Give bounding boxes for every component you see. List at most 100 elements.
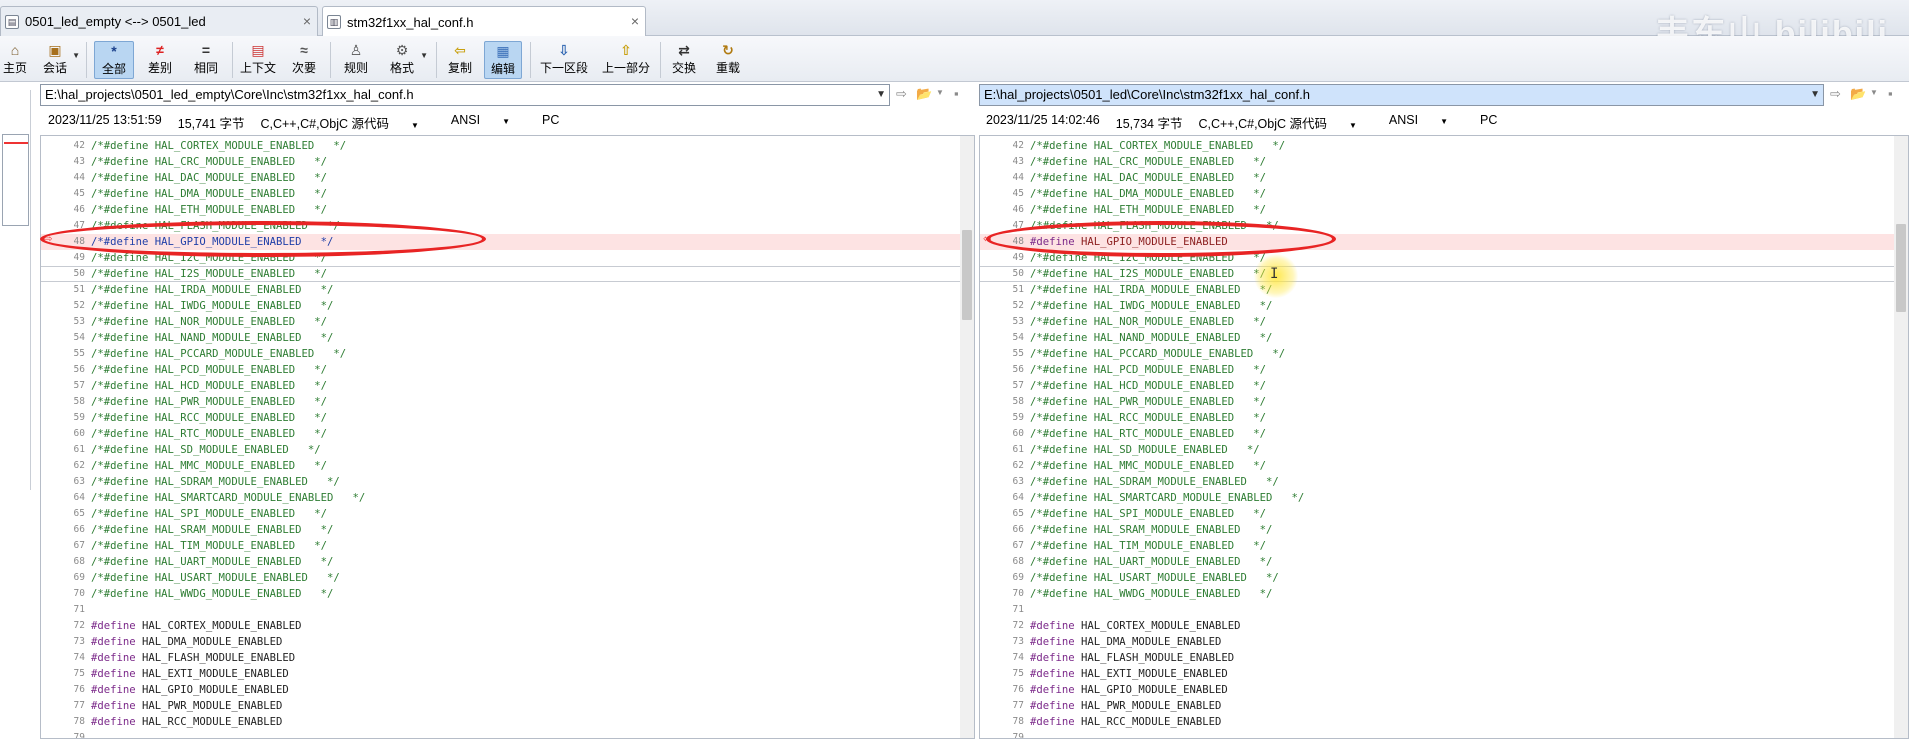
code-line[interactable]: 63 /*#define HAL_SDRAM_MODULE_ENABLED */ (980, 474, 1908, 490)
code-line[interactable]: 43 /*#define HAL_CRC_MODULE_ENABLED */ (980, 154, 1908, 170)
code-line[interactable]: 60 /*#define HAL_RTC_MODULE_ENABLED */ (980, 426, 1908, 442)
left-path-input[interactable]: E:\hal_projects\0501_led_empty\Core\Inc\… (40, 84, 890, 106)
chevron-down-icon[interactable]: ▼ (1810, 85, 1820, 105)
code-line[interactable]: 68 /*#define HAL_UART_MODULE_ENABLED */ (980, 554, 1908, 570)
code-line[interactable]: 49 /*#define HAL_I2C_MODULE_ENABLED */ (980, 250, 1908, 266)
close-icon[interactable]: × (303, 13, 311, 29)
code-line[interactable]: 45 /*#define HAL_DMA_MODULE_ENABLED */ (41, 186, 974, 202)
code-line[interactable]: 70 /*#define HAL_WWDG_MODULE_ENABLED */ (41, 586, 974, 602)
right-path-input[interactable]: E:\hal_projects\0501_led\Core\Inc\stm32f… (979, 84, 1824, 106)
code-line[interactable]: 65 /*#define HAL_SPI_MODULE_ENABLED */ (41, 506, 974, 522)
code-line[interactable]: 79 (41, 730, 974, 738)
show-all-button[interactable]: * 全部 (94, 41, 134, 79)
viewport-indicator[interactable] (2, 134, 29, 226)
tab-file-compare[interactable]: ▥ stm32f1xx_hal_conf.h × (322, 6, 646, 37)
code-line[interactable]: 54 /*#define HAL_NAND_MODULE_ENABLED */ (41, 330, 974, 346)
code-line[interactable]: 48 #define HAL_GPIO_MODULE_ENABLED (980, 234, 1908, 250)
code-line[interactable]: 66 /*#define HAL_SRAM_MODULE_ENABLED */ (980, 522, 1908, 538)
line-ending[interactable]: PC (542, 113, 559, 129)
folder-open-icon[interactable]: 📂 (1850, 86, 1866, 102)
code-line[interactable]: 50 /*#define HAL_I2S_MODULE_ENABLED */ (41, 266, 974, 282)
scrollbar-thumb[interactable] (1896, 224, 1906, 312)
code-line[interactable]: 53 /*#define HAL_NOR_MODULE_ENABLED */ (41, 314, 974, 330)
file-type-select[interactable]: C,C++,C#,ObjC 源代码 ▼ (1198, 113, 1372, 131)
rules-button[interactable]: ♙ 规则 (340, 41, 372, 79)
close-icon[interactable]: × (631, 13, 639, 29)
code-line[interactable]: 43 /*#define HAL_CRC_MODULE_ENABLED */ (41, 154, 974, 170)
code-line[interactable]: 63 /*#define HAL_SDRAM_MODULE_ENABLED */ (41, 474, 974, 490)
code-line[interactable]: 49 /*#define HAL_I2C_MODULE_ENABLED */ (41, 250, 974, 266)
code-line[interactable]: 54 /*#define HAL_NAND_MODULE_ENABLED */ (980, 330, 1908, 346)
code-line[interactable]: 72 #define HAL_CORTEX_MODULE_ENABLED (980, 618, 1908, 634)
code-line[interactable]: 64 /*#define HAL_SMARTCARD_MODULE_ENABLED… (980, 490, 1908, 506)
code-line[interactable]: 75 #define HAL_EXTI_MODULE_ENABLED (41, 666, 974, 682)
code-line[interactable]: 55 /*#define HAL_PCCARD_MODULE_ENABLED */ (41, 346, 974, 362)
code-line[interactable]: 74 #define HAL_FLASH_MODULE_ENABLED (980, 650, 1908, 666)
code-line[interactable]: 75 #define HAL_EXTI_MODULE_ENABLED (980, 666, 1908, 682)
left-vertical-scrollbar[interactable] (960, 136, 974, 738)
code-line[interactable]: 42 /*#define HAL_CORTEX_MODULE_ENABLED */ (41, 138, 974, 154)
code-line[interactable]: 57 /*#define HAL_HCD_MODULE_ENABLED */ (980, 378, 1908, 394)
right-vertical-scrollbar[interactable] (1894, 136, 1908, 738)
code-line[interactable]: 67 /*#define HAL_TIM_MODULE_ENABLED */ (41, 538, 974, 554)
tab-folder-compare[interactable]: ▤ 0501_led_empty <--> 0501_led × (0, 6, 318, 36)
code-line[interactable]: 50 /*#define HAL_I2S_MODULE_ENABLED */ (980, 266, 1908, 282)
code-line[interactable]: 61 /*#define HAL_SD_MODULE_ENABLED */ (980, 442, 1908, 458)
code-line[interactable]: 77 #define HAL_PWR_MODULE_ENABLED (980, 698, 1908, 714)
history-icon[interactable]: ⇨ (896, 86, 907, 102)
code-line[interactable]: 78 #define HAL_RCC_MODULE_ENABLED (41, 714, 974, 730)
code-line[interactable]: 46 /*#define HAL_ETH_MODULE_ENABLED */ (41, 202, 974, 218)
code-line[interactable]: 61 /*#define HAL_SD_MODULE_ENABLED */ (41, 442, 974, 458)
session-button[interactable]: ▣ 会话 ▼ (40, 41, 80, 79)
prev-part-button[interactable]: ⇧ 上一部分 (598, 41, 654, 79)
encoding-select[interactable]: ANSI ▼ (1389, 113, 1464, 129)
save-icon[interactable]: ▪ (1888, 86, 1893, 101)
code-line[interactable]: 46 /*#define HAL_ETH_MODULE_ENABLED */ (980, 202, 1908, 218)
reload-button[interactable]: ↻ 重载 (712, 41, 744, 79)
code-line[interactable]: 60 /*#define HAL_RTC_MODULE_ENABLED */ (41, 426, 974, 442)
left-editor-pane[interactable]: 42 /*#define HAL_CORTEX_MODULE_ENABLED */… (40, 135, 975, 739)
code-line[interactable]: 47 /*#define HAL_FLASH_MODULE_ENABLED */ (980, 218, 1908, 234)
chevron-down-icon[interactable]: ▼ (936, 88, 944, 97)
code-line[interactable]: 45 /*#define HAL_DMA_MODULE_ENABLED */ (980, 186, 1908, 202)
show-diff-button[interactable]: ≠ 差别 (144, 41, 176, 79)
right-editor-pane[interactable]: 42 /*#define HAL_CORTEX_MODULE_ENABLED */… (979, 135, 1909, 739)
code-line[interactable]: 69 /*#define HAL_USART_MODULE_ENABLED */ (980, 570, 1908, 586)
code-line[interactable]: 74 #define HAL_FLASH_MODULE_ENABLED (41, 650, 974, 666)
code-line[interactable]: 70 /*#define HAL_WWDG_MODULE_ENABLED */ (980, 586, 1908, 602)
code-line[interactable]: 67 /*#define HAL_TIM_MODULE_ENABLED */ (980, 538, 1908, 554)
code-line[interactable]: 42 /*#define HAL_CORTEX_MODULE_ENABLED */ (980, 138, 1908, 154)
code-line[interactable]: 79 (980, 730, 1908, 738)
code-line[interactable]: 72 #define HAL_CORTEX_MODULE_ENABLED (41, 618, 974, 634)
minor-button[interactable]: ≈ 次要 (288, 41, 320, 79)
code-line[interactable]: 71 (41, 602, 974, 618)
code-line[interactable]: 66 /*#define HAL_SRAM_MODULE_ENABLED */ (41, 522, 974, 538)
code-line[interactable]: 77 #define HAL_PWR_MODULE_ENABLED (41, 698, 974, 714)
copy-button[interactable]: ⇦ 复制 (444, 41, 476, 79)
code-line[interactable]: 52 /*#define HAL_IWDG_MODULE_ENABLED */ (980, 298, 1908, 314)
code-line[interactable]: 73 #define HAL_DMA_MODULE_ENABLED (980, 634, 1908, 650)
home-button[interactable]: ⌂ 主页 (2, 41, 28, 79)
code-line[interactable]: 51 /*#define HAL_IRDA_MODULE_ENABLED */ (41, 282, 974, 298)
history-icon[interactable]: ⇨ (1830, 86, 1841, 102)
code-line[interactable]: 52 /*#define HAL_IWDG_MODULE_ENABLED */ (41, 298, 974, 314)
code-line[interactable]: 57 /*#define HAL_HCD_MODULE_ENABLED */ (41, 378, 974, 394)
code-line[interactable]: 48/*#define HAL_GPIO_MODULE_ENABLED */ (41, 234, 974, 250)
code-line[interactable]: 51 /*#define HAL_IRDA_MODULE_ENABLED */ (980, 282, 1908, 298)
code-line[interactable]: 62 /*#define HAL_MMC_MODULE_ENABLED */ (980, 458, 1908, 474)
code-line[interactable]: 65 /*#define HAL_SPI_MODULE_ENABLED */ (980, 506, 1908, 522)
code-line[interactable]: 55 /*#define HAL_PCCARD_MODULE_ENABLED */ (980, 346, 1908, 362)
code-line[interactable]: 47 /*#define HAL_FLASH_MODULE_ENABLED */ (41, 218, 974, 234)
code-line[interactable]: 56 /*#define HAL_PCD_MODULE_ENABLED */ (980, 362, 1908, 378)
code-line[interactable]: 44 /*#define HAL_DAC_MODULE_ENABLED */ (980, 170, 1908, 186)
code-line[interactable]: 68 /*#define HAL_UART_MODULE_ENABLED */ (41, 554, 974, 570)
code-line[interactable]: 58 /*#define HAL_PWR_MODULE_ENABLED */ (41, 394, 974, 410)
code-line[interactable]: 62 /*#define HAL_MMC_MODULE_ENABLED */ (41, 458, 974, 474)
encoding-select[interactable]: ANSI ▼ (451, 113, 526, 129)
show-same-button[interactable]: = 相同 (190, 41, 222, 79)
line-ending[interactable]: PC (1480, 113, 1497, 129)
chevron-down-icon[interactable]: ▼ (876, 85, 886, 105)
code-line[interactable]: 59 /*#define HAL_RCC_MODULE_ENABLED */ (41, 410, 974, 426)
code-line[interactable]: 59 /*#define HAL_RCC_MODULE_ENABLED */ (980, 410, 1908, 426)
scrollbar-thumb[interactable] (962, 230, 972, 320)
